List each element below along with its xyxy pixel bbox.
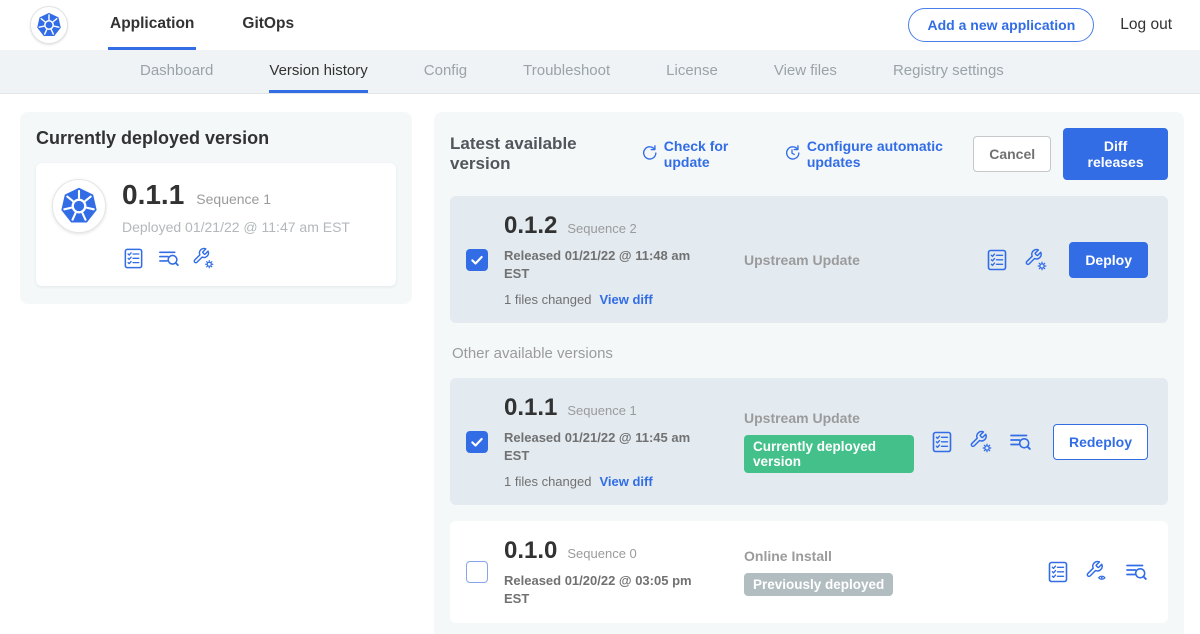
deployed-version-number: 0.1.1 (122, 179, 184, 211)
version-source: Upstream Update (744, 252, 969, 268)
preflight-checks-icon[interactable] (985, 248, 1009, 272)
subnav-license[interactable]: License (666, 50, 718, 93)
subnav-view-files[interactable]: View files (774, 50, 837, 93)
subnav-registry-settings[interactable]: Registry settings (893, 50, 1004, 93)
top-header: Application GitOps Add a new application… (0, 0, 1200, 50)
version-sequence: Sequence 2 (567, 221, 636, 236)
cancel-button[interactable]: Cancel (973, 136, 1051, 172)
released-timestamp: Released 01/21/22 @ 11:45 am EST (504, 429, 696, 464)
deploy-logs-icon[interactable] (1008, 430, 1032, 454)
app-subnav: Dashboard Version history Config Trouble… (0, 50, 1200, 94)
released-timestamp: Released 01/20/22 @ 03:05 pm EST (504, 572, 696, 607)
deploy-logs-icon[interactable] (157, 247, 180, 270)
auto-update-icon (783, 144, 801, 165)
view-diff-link[interactable]: View diff (599, 474, 652, 489)
subnav-config[interactable]: Config (424, 50, 467, 93)
previously-deployed-badge: Previously deployed (744, 573, 893, 596)
subnav-dashboard[interactable]: Dashboard (140, 50, 213, 93)
version-source: Upstream Update (744, 410, 914, 426)
preflight-checks-icon[interactable] (122, 247, 145, 270)
configure-updates-label: Configure automatic updates (807, 138, 973, 170)
logout-link[interactable]: Log out (1120, 16, 1172, 34)
deploy-logs-icon[interactable] (1124, 560, 1148, 584)
currently-deployed-badge: Currently deployed version (744, 435, 914, 473)
check-for-update-label: Check for update (664, 138, 761, 170)
kubernetes-logo (30, 6, 68, 44)
edit-config-icon[interactable] (192, 247, 215, 270)
version-checkbox[interactable] (466, 249, 488, 271)
version-row-0-1-2: 0.1.2 Sequence 2 Released 01/21/22 @ 11:… (450, 196, 1168, 323)
latest-available-title: Latest available version (450, 134, 618, 174)
deployed-timestamp: Deployed 01/21/22 @ 11:47 am EST (122, 219, 350, 235)
version-sequence: Sequence 0 (567, 546, 636, 561)
edit-config-icon[interactable] (1024, 248, 1048, 272)
version-number: 0.1.2 (504, 212, 557, 240)
refresh-icon (640, 144, 658, 165)
view-diff-link[interactable]: View diff (599, 292, 652, 307)
deployed-panel-title: Currently deployed version (36, 128, 396, 149)
view-config-icon[interactable] (1085, 560, 1109, 584)
redeploy-button[interactable]: Redeploy (1053, 424, 1148, 460)
subnav-troubleshoot[interactable]: Troubleshoot (523, 50, 610, 93)
version-row-0-1-0: 0.1.0 Sequence 0 Released 01/20/22 @ 03:… (450, 521, 1168, 623)
version-sequence: Sequence 1 (567, 403, 636, 418)
deployed-sequence: Sequence 1 (196, 191, 271, 207)
released-timestamp: Released 01/21/22 @ 11:48 am EST (504, 247, 696, 282)
add-application-button[interactable]: Add a new application (908, 8, 1094, 42)
subnav-version-history[interactable]: Version history (269, 50, 367, 93)
version-checkbox[interactable] (466, 431, 488, 453)
diff-releases-button[interactable]: Diff releases (1063, 128, 1168, 180)
tab-application[interactable]: Application (108, 0, 196, 50)
files-changed-label: 1 files changed (504, 292, 591, 307)
app-kubernetes-icon (52, 179, 106, 233)
configure-updates-link[interactable]: Configure automatic updates (783, 138, 973, 170)
version-checkbox[interactable] (466, 561, 488, 583)
version-row-0-1-1: 0.1.1 Sequence 1 Released 01/21/22 @ 11:… (450, 378, 1168, 505)
version-number: 0.1.1 (504, 394, 557, 422)
preflight-checks-icon[interactable] (930, 430, 954, 454)
version-number: 0.1.0 (504, 537, 557, 565)
files-changed-label: 1 files changed (504, 474, 591, 489)
currently-deployed-panel: Currently deployed version 0.1.1 Sequenc… (20, 112, 412, 304)
deploy-button[interactable]: Deploy (1069, 242, 1148, 278)
version-source: Online Install (744, 548, 1030, 564)
tab-gitops[interactable]: GitOps (240, 0, 296, 50)
header-tabs: Application GitOps (108, 0, 296, 50)
version-history-panel: Latest available version Check for updat… (434, 112, 1184, 634)
edit-config-icon[interactable] (969, 430, 993, 454)
preflight-checks-icon[interactable] (1046, 560, 1070, 584)
check-for-update-link[interactable]: Check for update (640, 138, 761, 170)
other-versions-label: Other available versions (452, 345, 1168, 362)
deployed-version-card: 0.1.1 Sequence 1 Deployed 01/21/22 @ 11:… (36, 163, 396, 286)
